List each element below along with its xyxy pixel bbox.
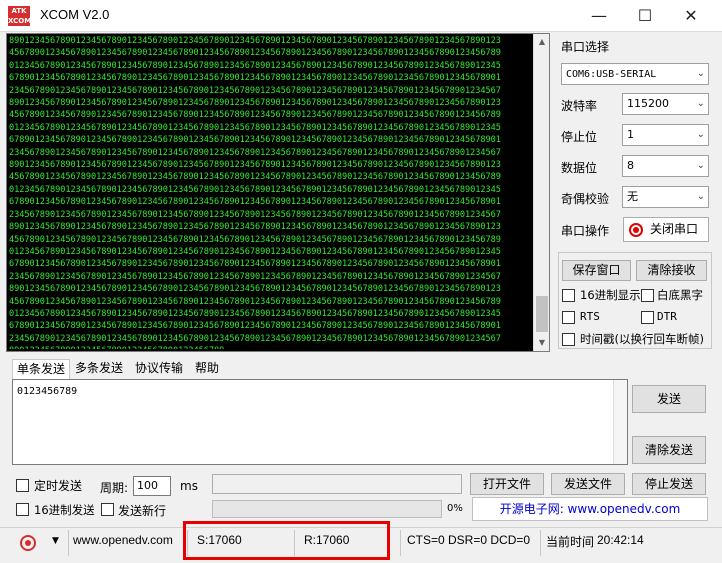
- databits-value: 8: [627, 159, 634, 172]
- hex-send-label: 16进制发送: [34, 503, 95, 517]
- timed-send-label: 定时发送: [34, 479, 83, 493]
- parity-label: 奇偶校验: [561, 192, 610, 206]
- period-unit: ms: [180, 479, 198, 493]
- baud-label: 波特率: [561, 99, 598, 113]
- scroll-up-icon[interactable]: ▲: [534, 34, 550, 50]
- hex-send-checkbox[interactable]: [16, 503, 29, 516]
- website-banner[interactable]: 开源电子网: www.openedv.com: [472, 497, 708, 521]
- port-op-label: 串口操作: [561, 224, 610, 238]
- status-site[interactable]: www.openedv.com: [73, 533, 173, 547]
- tab-multi-send[interactable]: 多条发送: [71, 359, 127, 379]
- stopbits-select[interactable]: 1 ⌄: [622, 124, 709, 146]
- maximize-button[interactable]: ☐: [622, 0, 668, 32]
- terminal-scrollbar[interactable]: ▲ ▼: [533, 34, 549, 351]
- status-line-signals: CTS=0 DSR=0 DCD=0: [407, 533, 531, 547]
- send-newline-label: 发送新行: [118, 504, 167, 518]
- white-bg-label: 白底黑字: [657, 288, 703, 302]
- close-port-label: 关闭串口: [649, 222, 698, 236]
- minimize-button[interactable]: —: [576, 0, 622, 32]
- receive-terminal[interactable]: 8901234567890123456789012345678901234567…: [6, 33, 550, 352]
- send-input[interactable]: 0123456789: [12, 379, 628, 465]
- save-window-button[interactable]: 保存窗口: [562, 260, 631, 281]
- window-title: XCOM V2.0: [40, 7, 110, 22]
- baud-select[interactable]: 115200 ⌄: [622, 93, 709, 115]
- status-time-value: 20:42:14: [597, 533, 644, 547]
- send-input-text: 0123456789: [17, 386, 78, 397]
- timestamp-label: 时间戳(以换行回车断帧): [580, 332, 704, 346]
- chevron-down-icon: ⌄: [696, 68, 705, 79]
- port-select[interactable]: COM6:USB-SERIAL ⌄: [561, 63, 709, 85]
- timed-send-checkbox[interactable]: [16, 479, 29, 492]
- chevron-down-icon: ⌄: [696, 98, 705, 109]
- send-file-button[interactable]: 发送文件: [551, 473, 625, 495]
- clear-receive-button[interactable]: 清除接收: [636, 260, 707, 281]
- tab-help[interactable]: 帮助: [191, 359, 223, 379]
- databits-select[interactable]: 8 ⌄: [622, 155, 709, 177]
- scroll-thumb[interactable]: [536, 296, 548, 332]
- port-select-label: 串口选择: [561, 40, 610, 54]
- clear-send-button[interactable]: 清除发送: [632, 436, 706, 464]
- settings-gear-icon[interactable]: [20, 535, 36, 551]
- status-time-label: 当前时间: [546, 535, 595, 549]
- close-port-button[interactable]: 关闭串口: [623, 217, 709, 242]
- dropdown-arrow-icon[interactable]: ▼: [52, 536, 59, 546]
- databits-label: 数据位: [561, 161, 598, 175]
- stopbits-value: 1: [627, 128, 634, 141]
- scroll-down-icon[interactable]: ▼: [534, 335, 550, 351]
- baud-value: 115200: [627, 97, 669, 110]
- chevron-down-icon: ⌄: [696, 191, 705, 202]
- close-window-button[interactable]: ✕: [668, 0, 714, 32]
- send-newline-checkbox[interactable]: [101, 503, 114, 516]
- send-button[interactable]: 发送: [632, 385, 706, 413]
- stop-send-button[interactable]: 停止发送: [632, 473, 706, 495]
- tab-single-send[interactable]: 单条发送: [12, 359, 71, 379]
- period-input[interactable]: 100: [133, 476, 171, 496]
- parity-select[interactable]: 无 ⌄: [622, 186, 709, 208]
- stopbits-label: 停止位: [561, 130, 598, 144]
- file-path-field[interactable]: [212, 474, 462, 494]
- dtr-label: DTR: [657, 310, 677, 323]
- chevron-down-icon: ⌄: [696, 160, 705, 171]
- highlight-box: [183, 521, 390, 560]
- send-progress-bar: [212, 500, 442, 518]
- parity-value: 无: [627, 190, 638, 203]
- hex-display-label: 16进制显示: [580, 288, 641, 302]
- rts-label: RTS: [580, 310, 600, 323]
- timestamp-checkbox[interactable]: [562, 333, 575, 346]
- hex-display-checkbox[interactable]: [562, 289, 575, 302]
- dtr-checkbox[interactable]: [641, 311, 654, 324]
- period-label: 周期:: [100, 481, 129, 495]
- open-file-button[interactable]: 打开文件: [470, 473, 544, 495]
- chevron-down-icon: ⌄: [696, 129, 705, 140]
- white-bg-checkbox[interactable]: [641, 289, 654, 302]
- progress-value: 0%: [447, 503, 463, 514]
- port-select-value: COM6:USB-SERIAL: [566, 69, 657, 80]
- record-icon: [629, 223, 643, 237]
- rts-checkbox[interactable]: [562, 311, 575, 324]
- send-scrollbar[interactable]: [613, 380, 627, 464]
- tab-protocol[interactable]: 协议传输: [131, 359, 187, 379]
- app-logo-icon: ATK XCOM: [8, 6, 32, 26]
- receive-text: 8901234567890123456789012345678901234567…: [9, 36, 501, 349]
